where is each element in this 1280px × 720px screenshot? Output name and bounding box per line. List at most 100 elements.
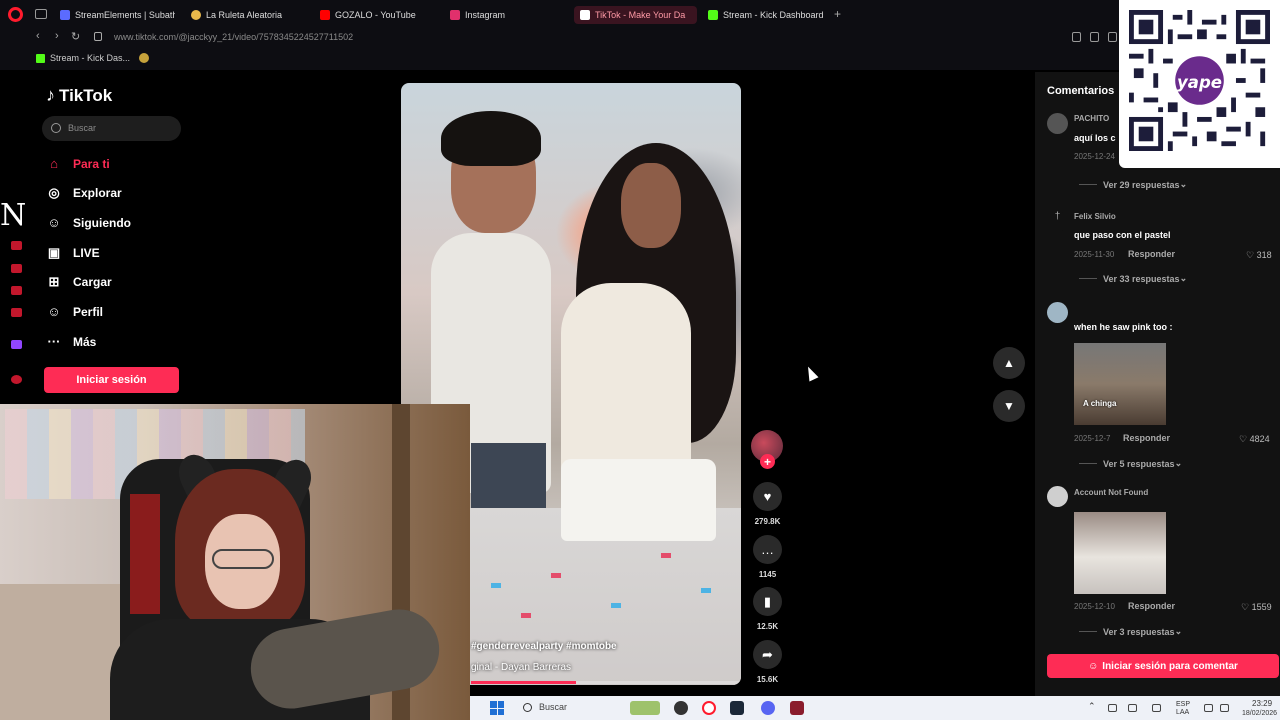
view-replies-button[interactable]: Ver 3 respuestas ⌄ (1079, 626, 1182, 637)
bookmark-extra-icon[interactable] (139, 53, 149, 63)
tab-streamelements[interactable]: StreamElements | Subatho (60, 6, 175, 24)
chevron-down-icon: ⌄ (1179, 179, 1188, 189)
avatar[interactable] (1047, 486, 1068, 507)
clock-date[interactable]: 18/02/2026 (1242, 710, 1277, 717)
previous-video-button[interactable]: ▲ (993, 347, 1025, 379)
tray-icon[interactable] (1152, 704, 1161, 712)
aria-icon[interactable] (11, 241, 22, 250)
windows-start-icon[interactable] (490, 701, 504, 715)
view-replies-button[interactable]: Ver 5 respuestas ⌄ (1079, 458, 1182, 469)
nav-live[interactable]: ▣ LIVE (46, 242, 100, 264)
language-region[interactable]: LAA (1176, 709, 1189, 716)
avatar[interactable] (1047, 113, 1068, 134)
tab-label: Stream - Kick Dashboard (723, 10, 824, 20)
share-button[interactable]: ➦ (753, 640, 782, 669)
comment-login-button[interactable]: ☺ Iniciar sesión para comentar (1047, 654, 1279, 678)
kick-icon (36, 53, 45, 63)
tab-kick[interactable]: Stream - Kick Dashboard (708, 6, 828, 24)
avatar[interactable] (1047, 302, 1068, 323)
nav-more[interactable]: ··· Más (46, 331, 97, 353)
opera-taskbar-icon[interactable] (702, 701, 716, 715)
discord-icon[interactable] (761, 701, 775, 715)
tiktok-logo[interactable]: ♪ TikTok (46, 85, 112, 106)
reply-button[interactable]: Responder (1123, 433, 1170, 443)
back-icon[interactable]: ‹ (36, 30, 40, 42)
nav-following[interactable]: ☺ Siguiendo (46, 212, 131, 234)
nav-profile[interactable]: ☺ Perfil (46, 301, 103, 323)
reload-icon[interactable]: ↻ (71, 30, 80, 43)
nav-for-you[interactable]: ⌂ Para ti (46, 153, 110, 175)
next-video-button[interactable]: ▼ (993, 390, 1025, 422)
chevron-down-icon: ⌄ (1174, 626, 1183, 636)
comment-button[interactable]: … (753, 535, 782, 564)
app-icon[interactable] (674, 701, 688, 715)
screenshot-icon[interactable] (1090, 32, 1099, 42)
instagram-side-icon[interactable] (11, 286, 22, 295)
screen: StreamElements | Subatho La Ruleta Aleat… (0, 0, 1280, 720)
comment-like-button[interactable]: ♡ 1559 (1241, 602, 1272, 613)
search-input[interactable]: Buscar (42, 116, 181, 141)
tab-menu-icon[interactable] (35, 9, 47, 19)
forward-icon[interactable]: › (55, 30, 59, 42)
follow-button[interactable]: + (760, 454, 775, 469)
nav-explore[interactable]: ◎ Explorar (46, 182, 122, 204)
ruleta-icon (191, 10, 201, 20)
tray-icon[interactable] (1108, 704, 1117, 712)
extensions-icon[interactable] (1108, 32, 1117, 42)
messenger-icon[interactable] (11, 264, 22, 273)
comment-image[interactable] (1074, 512, 1166, 594)
twitch-icon[interactable] (11, 340, 22, 349)
video-progress[interactable] (471, 681, 741, 684)
comment-icon: ☺ (1088, 660, 1099, 672)
taskbar-search[interactable]: Buscar (539, 702, 567, 712)
tiktok-side-icon[interactable] (11, 308, 22, 317)
url-field[interactable]: www.tiktok.com/@jacckyy_21/video/7578345… (114, 32, 353, 42)
video-audio[interactable]: ginal - Dayan Barreras (471, 662, 571, 673)
comment-like-button[interactable]: ♡ 318 (1246, 250, 1272, 261)
nav-upload[interactable]: ⊞ Cargar (46, 271, 112, 293)
app-icon[interactable] (790, 701, 804, 715)
comment-image[interactable]: A chinga (1074, 343, 1166, 425)
comment-user[interactable]: Account Not Found (1074, 488, 1148, 497)
language-indicator[interactable]: ESP (1176, 701, 1190, 708)
reply-button[interactable]: Responder (1128, 249, 1175, 259)
instagram-icon (450, 10, 460, 20)
network-icon[interactable] (1204, 704, 1213, 712)
comment-user[interactable]: Felix Silvio (1074, 212, 1116, 221)
webcam-scene (130, 494, 160, 614)
nav-label: Más (73, 335, 97, 349)
tab-instagram[interactable]: Instagram (450, 6, 560, 24)
comment-user[interactable]: PACHITO (1074, 114, 1109, 123)
tab-tiktok[interactable]: TikTok - Make Your Da (574, 6, 697, 24)
bookmark-icon[interactable] (1072, 32, 1081, 42)
address-bar: ‹ › ↻ www.tiktok.com/@jacckyy_21/video/7… (0, 28, 1120, 48)
tab-ruleta[interactable]: La Ruleta Aleatoria (191, 6, 301, 24)
weather-widget-icon[interactable] (630, 701, 660, 715)
bookmark-icon: ▮ (763, 593, 772, 609)
bookmark-kick[interactable]: Stream - Kick Das... (36, 53, 130, 63)
tray-chevron-icon[interactable]: ⌃ (1088, 702, 1096, 711)
view-replies-label: Ver 3 respuestas (1103, 626, 1175, 637)
video-caption[interactable]: #genderrevealparty #momtobe (471, 641, 617, 652)
like-button[interactable]: ♥ (753, 482, 782, 511)
tray-icon[interactable] (1128, 704, 1137, 712)
comment-like-button[interactable]: ♡ 4824 (1239, 434, 1270, 445)
view-replies-button[interactable]: Ver 29 respuestas ⌄ (1079, 179, 1187, 190)
view-replies-label: Ver 29 respuestas (1103, 179, 1180, 190)
history-icon[interactable] (11, 375, 22, 384)
save-button[interactable]: ▮ (753, 587, 782, 616)
heart-icon: ♡ (1241, 602, 1250, 612)
login-button[interactable]: Iniciar sesión (44, 367, 179, 393)
comment-text: when he saw pink too : (1074, 322, 1173, 332)
tab-youtube[interactable]: GOZALO - YouTube (320, 6, 430, 24)
webcam-scene (212, 549, 274, 569)
clock-time[interactable]: 23:29 (1252, 700, 1272, 708)
steam-icon[interactable] (730, 701, 744, 715)
new-tab-button[interactable]: + (834, 8, 841, 20)
avatar[interactable]: † (1047, 211, 1068, 232)
reply-button[interactable]: Responder (1128, 601, 1175, 611)
opera-logo-icon[interactable] (8, 7, 23, 22)
volume-icon[interactable] (1220, 704, 1229, 712)
nav-label: Explorar (73, 186, 122, 200)
view-replies-button[interactable]: Ver 33 respuestas ⌄ (1079, 273, 1187, 284)
